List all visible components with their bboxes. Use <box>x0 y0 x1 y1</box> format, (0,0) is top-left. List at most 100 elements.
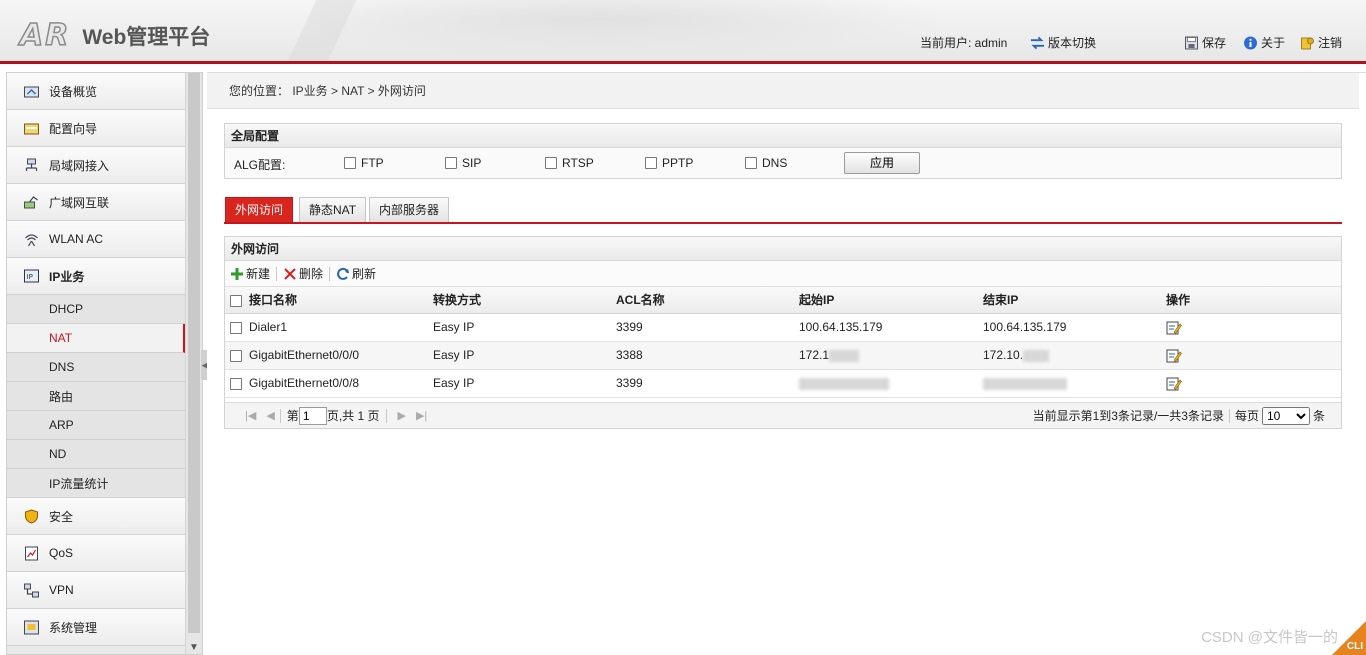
sidebar-item-label: 配置向导 <box>49 121 98 136</box>
row-checkbox[interactable] <box>230 349 242 362</box>
scroll-down-icon[interactable]: ▼ <box>189 642 199 653</box>
edit-icon[interactable] <box>1166 376 1182 391</box>
cell-end-ip <box>983 369 1166 398</box>
external-access-panel: 外网访问 新建 删除 刷新 接口名称 转换方式 ACL名称 起始IP 结束IP … <box>224 236 1342 429</box>
sidebar-subitem-arp[interactable]: ARP <box>7 411 185 440</box>
sidebar-scrollbar[interactable]: ▼ <box>185 73 202 654</box>
save-link[interactable]: 保存 <box>1184 34 1226 51</box>
delete-button[interactable]: 删除 <box>283 265 323 282</box>
sidebar-item-label: 系统管理 <box>49 620 98 635</box>
col-acl[interactable]: ACL名称 <box>616 287 799 314</box>
alg-dns-option[interactable]: DNS <box>745 156 787 170</box>
alg-ftp-option[interactable]: FTP <box>344 156 384 170</box>
row-checkbox[interactable] <box>230 321 242 334</box>
save-icon <box>1185 36 1198 49</box>
first-page-icon[interactable]: |◀ <box>245 409 256 422</box>
sidebar-subitem-nd[interactable]: ND <box>7 440 185 469</box>
sidebar-subitem-ip-traffic[interactable]: IP流量统计 <box>7 469 185 498</box>
row-select-cell <box>225 369 249 398</box>
current-user: 当前用户: admin <box>920 34 1007 51</box>
sidebar-item-system[interactable]: 系统管理 <box>7 609 185 646</box>
vpn-icon <box>24 583 39 597</box>
external-access-title: 外网访问 <box>225 237 1341 261</box>
edit-icon[interactable] <box>1166 320 1182 335</box>
sidebar-item-qos[interactable]: QoS <box>7 535 185 572</box>
watermark: CSDN @文件皆一的 <box>1201 629 1338 646</box>
tab-external-access[interactable]: 外网访问 <box>225 197 294 222</box>
scrollbar-thumb[interactable] <box>188 73 200 633</box>
alg-dns-checkbox[interactable] <box>745 157 757 169</box>
cell-actions <box>1166 369 1341 398</box>
edit-icon[interactable] <box>1166 348 1182 363</box>
sidebar-subitem-route[interactable]: 路由 <box>7 382 185 411</box>
table-row[interactable]: GigabitEthernet0/0/8 Easy IP 3399 <box>225 369 1341 398</box>
sidebar-item-lan[interactable]: 局域网接入 <box>7 147 185 184</box>
col-interface[interactable]: 接口名称 <box>249 287 433 314</box>
sidebar-subitem-nat[interactable]: NAT <box>7 324 185 353</box>
refresh-button[interactable]: 刷新 <box>336 265 376 282</box>
sidebar-subitem-dns[interactable]: DNS <box>7 353 185 382</box>
cell-actions <box>1166 313 1341 342</box>
wlan-icon <box>25 233 38 246</box>
sidebar-item-device-overview[interactable]: 设备概览 <box>7 73 185 110</box>
table-row[interactable]: GigabitEthernet0/0/0 Easy IP 3388 172.1 … <box>225 341 1341 370</box>
last-page-icon[interactable]: ▶| <box>416 409 427 422</box>
col-start-ip[interactable]: 起始IP <box>799 287 983 314</box>
table-row[interactable]: Dialer1 Easy IP 3399 100.64.135.179 100.… <box>225 313 1341 342</box>
sidebar-item-wlan-ac[interactable]: WLAN AC <box>7 221 185 258</box>
sidebar-item-security[interactable]: 安全 <box>7 498 185 535</box>
sidebar-item-config-wizard[interactable]: 配置向导 <box>7 110 185 147</box>
pager-separator <box>279 408 281 423</box>
col-actions: 操作 <box>1166 287 1341 314</box>
new-button[interactable]: 新建 <box>230 265 270 282</box>
col-mode[interactable]: 转换方式 <box>433 287 616 314</box>
version-switch-icon <box>1030 36 1045 49</box>
tab-static-nat[interactable]: 静态NAT <box>299 197 367 222</box>
logout-icon <box>1301 37 1314 49</box>
logout-link[interactable]: 注销 <box>1300 34 1342 51</box>
delete-x-icon <box>284 267 296 280</box>
version-switch-label: 版本切换 <box>1048 36 1097 50</box>
about-link[interactable]: 关于 <box>1243 34 1285 51</box>
page-input[interactable] <box>298 406 327 425</box>
alg-pptp-option[interactable]: PPTP <box>645 156 693 170</box>
sidebar-item-vpn[interactable]: VPN <box>7 572 185 609</box>
table-header-row: 接口名称 转换方式 ACL名称 起始IP 结束IP 操作 <box>225 287 1341 314</box>
alg-config-label: ALG配置: <box>234 158 286 172</box>
per-page-select[interactable]: 10 <box>1261 406 1310 425</box>
sidebar-item-wan[interactable]: 广域网互联 <box>7 184 185 221</box>
redacted-block <box>983 377 1067 390</box>
select-all-checkbox[interactable] <box>230 294 242 307</box>
toolbar-separator <box>276 266 278 281</box>
version-switch-link[interactable]: 版本切换 <box>1030 34 1096 51</box>
cli-label[interactable]: CLI <box>1347 641 1363 652</box>
tab-internal-server[interactable]: 内部服务器 <box>369 197 450 222</box>
row-select-cell <box>225 341 249 370</box>
alg-rtsp-checkbox[interactable] <box>545 157 557 169</box>
pager-separator <box>1228 408 1230 423</box>
col-end-ip[interactable]: 结束IP <box>983 287 1166 314</box>
sidebar-subitem-dhcp[interactable]: DHCP <box>7 295 185 324</box>
next-page-icon[interactable]: ▶ <box>398 409 406 422</box>
apply-button[interactable]: 应用 <box>844 152 920 174</box>
per-page-suffix: 条 <box>1312 409 1325 423</box>
alg-ftp-label: FTP <box>361 156 384 170</box>
alg-sip-option[interactable]: SIP <box>445 156 481 170</box>
alg-config-row: ALG配置: FTP SIP RTSP PPTP DNS 应用 <box>225 148 1341 178</box>
alg-rtsp-option[interactable]: RTSP <box>545 156 594 170</box>
alg-sip-checkbox[interactable] <box>445 157 457 169</box>
cell-mode: Easy IP <box>433 341 616 370</box>
sidebar-item-ip-service[interactable]: IP IP业务 <box>7 258 185 295</box>
record-summary: 当前显示第1到3条记录/一共3条记录 <box>1032 409 1224 423</box>
cell-end-ip: 172.10. <box>983 341 1166 370</box>
per-page-label: 每页 <box>1234 409 1259 423</box>
alg-pptp-checkbox[interactable] <box>645 157 657 169</box>
redacted-block <box>829 349 860 362</box>
alg-ftp-checkbox[interactable] <box>344 157 356 169</box>
app-title: Web管理平台 <box>82 25 211 49</box>
prev-page-icon[interactable]: ◀ <box>266 409 274 422</box>
plus-icon <box>231 267 243 280</box>
global-config-panel: 全局配置 ALG配置: FTP SIP RTSP PPTP DNS 应用 <box>224 123 1342 179</box>
row-checkbox[interactable] <box>230 377 242 390</box>
sidebar-item-label: 设备概览 <box>49 84 98 99</box>
